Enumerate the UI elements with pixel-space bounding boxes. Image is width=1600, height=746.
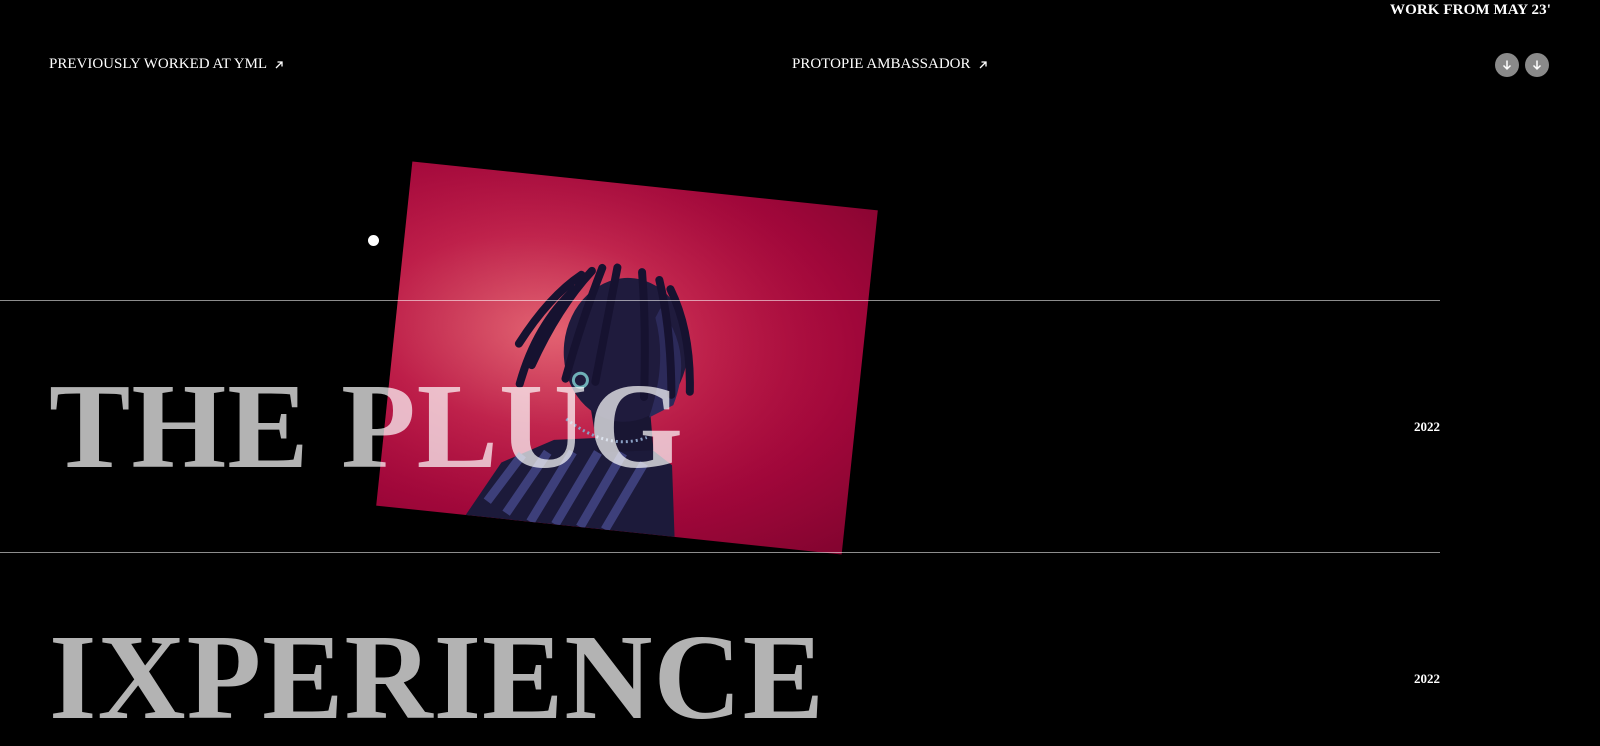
protopie-ambassador-label: PROTOPIE AMBASSADOR <box>792 56 971 72</box>
previously-worked-label: PREVIOUSLY WORKED AT YML <box>49 56 268 72</box>
availability-label: WORK FROM MAY 23' <box>1390 2 1551 18</box>
cursor-dot <box>368 235 379 246</box>
arrow-down-icon <box>1532 60 1542 71</box>
project-title-ixperience[interactable]: IXPERIENCE <box>49 617 825 739</box>
portrait-illustration <box>376 161 878 555</box>
arrow-up-right-icon <box>979 60 987 68</box>
protopie-ambassador-link[interactable]: PROTOPIE AMBASSADOR <box>792 56 988 73</box>
project-year: 2022 <box>1414 419 1440 434</box>
scroll-down-button[interactable] <box>1495 53 1519 77</box>
scroll-down-button-secondary[interactable] <box>1525 53 1549 77</box>
arrow-up-right-icon <box>275 60 283 68</box>
project-preview-image <box>376 161 878 555</box>
previously-worked-link[interactable]: PREVIOUSLY WORKED AT YML <box>49 56 284 73</box>
project-year: 2022 <box>1414 671 1440 686</box>
project-divider <box>0 552 1440 553</box>
arrow-down-icon <box>1502 60 1512 71</box>
